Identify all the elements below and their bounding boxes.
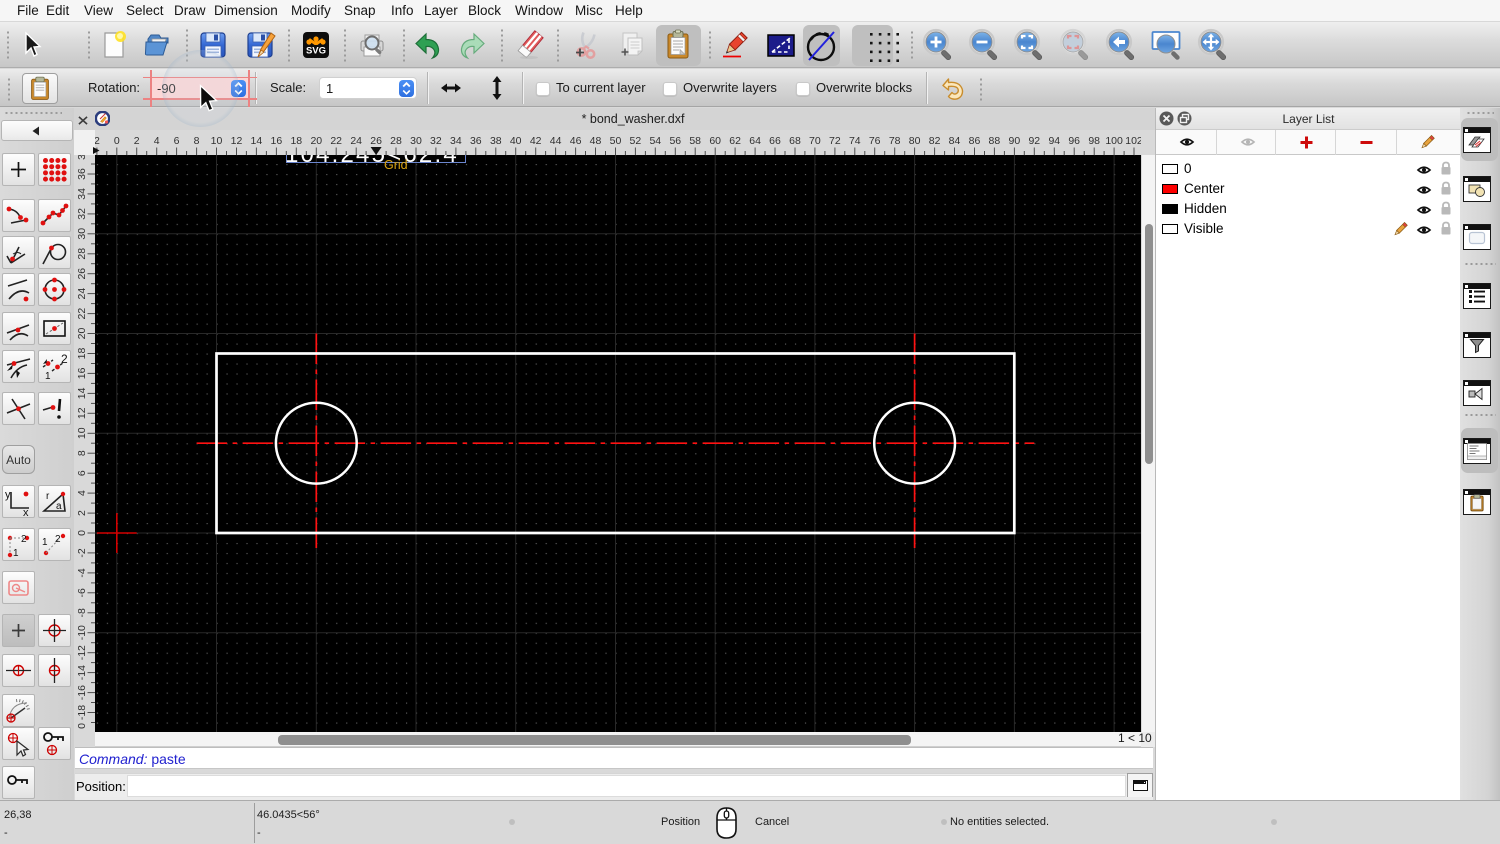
svg-text:40: 40 xyxy=(510,135,522,147)
svg-text:4: 4 xyxy=(76,490,88,496)
svg-text:48: 48 xyxy=(590,135,602,147)
svg-text:16: 16 xyxy=(271,135,283,147)
svg-text:80: 80 xyxy=(909,135,921,147)
svg-text:-14: -14 xyxy=(76,665,88,680)
svg-text:42: 42 xyxy=(530,135,542,147)
svg-text:30: 30 xyxy=(76,228,88,240)
svg-text:102: 102 xyxy=(1125,135,1141,147)
svg-text:38: 38 xyxy=(76,155,88,160)
svg-text:56: 56 xyxy=(669,135,681,147)
svg-text:36: 36 xyxy=(76,168,88,180)
svg-text:4: 4 xyxy=(154,135,160,147)
svg-text:12: 12 xyxy=(76,407,88,419)
svg-text:88: 88 xyxy=(989,135,1001,147)
svg-text:46: 46 xyxy=(570,135,582,147)
svg-text:70: 70 xyxy=(809,135,821,147)
svg-text:a: a xyxy=(56,501,62,512)
svg-text:30: 30 xyxy=(410,135,422,147)
svg-text:16: 16 xyxy=(76,367,88,379)
svg-text:0: 0 xyxy=(76,530,88,536)
svg-text:94: 94 xyxy=(1048,135,1060,147)
svg-text:x: x xyxy=(23,507,29,517)
svg-text:22: 22 xyxy=(76,308,88,320)
svg-text:1: 1 xyxy=(13,548,19,559)
svg-text:90: 90 xyxy=(1009,135,1021,147)
svg-text:20: 20 xyxy=(76,328,88,340)
svg-text:32: 32 xyxy=(430,135,442,147)
svg-text:60: 60 xyxy=(709,135,721,147)
svg-text:78: 78 xyxy=(889,135,901,147)
svg-text:26: 26 xyxy=(76,268,88,280)
svg-text:-10: -10 xyxy=(76,625,88,640)
svg-text:24: 24 xyxy=(350,135,362,147)
svg-text:86: 86 xyxy=(969,135,981,147)
svg-text:84: 84 xyxy=(949,135,961,147)
svg-text:14: 14 xyxy=(251,135,263,147)
svg-text:1: 1 xyxy=(45,371,51,382)
svg-text:28: 28 xyxy=(76,248,88,260)
svg-text:50: 50 xyxy=(610,135,622,147)
svg-text:98: 98 xyxy=(1088,135,1100,147)
svg-text:10: 10 xyxy=(76,427,88,439)
svg-text:2: 2 xyxy=(61,352,68,366)
svg-text:82: 82 xyxy=(929,135,941,147)
svg-text:SVG: SVG xyxy=(306,46,326,57)
svg-text:10: 10 xyxy=(211,135,223,147)
svg-text:r: r xyxy=(46,491,50,502)
svg-text:26: 26 xyxy=(370,135,382,147)
svg-text:92: 92 xyxy=(1028,135,1040,147)
svg-text:18: 18 xyxy=(290,135,302,147)
svg-text:72: 72 xyxy=(829,135,841,147)
svg-text:52: 52 xyxy=(630,135,642,147)
svg-text:-6: -6 xyxy=(76,588,88,597)
svg-text:58: 58 xyxy=(689,135,701,147)
svg-text:12: 12 xyxy=(231,135,243,147)
svg-text:-16: -16 xyxy=(76,685,88,700)
svg-text:-4: -4 xyxy=(76,568,88,577)
svg-text:100: 100 xyxy=(1105,135,1123,147)
svg-text:44: 44 xyxy=(550,135,562,147)
svg-text:24: 24 xyxy=(76,288,88,300)
svg-text:6: 6 xyxy=(174,135,180,147)
svg-text:2: 2 xyxy=(76,510,88,516)
svg-text:62: 62 xyxy=(729,135,741,147)
svg-text:6: 6 xyxy=(76,470,88,476)
svg-text:66: 66 xyxy=(769,135,781,147)
svg-text:0: 0 xyxy=(76,723,88,729)
svg-text:-8: -8 xyxy=(76,608,88,617)
svg-text:2: 2 xyxy=(134,135,140,147)
svg-text:8: 8 xyxy=(194,135,200,147)
svg-text:96: 96 xyxy=(1068,135,1080,147)
svg-text:54: 54 xyxy=(649,135,661,147)
svg-text:64: 64 xyxy=(749,135,761,147)
svg-text:32: 32 xyxy=(76,208,88,220)
svg-text:20: 20 xyxy=(310,135,322,147)
svg-text:18: 18 xyxy=(76,348,88,360)
svg-text:76: 76 xyxy=(869,135,881,147)
svg-text:68: 68 xyxy=(789,135,801,147)
svg-text:0: 0 xyxy=(114,135,120,147)
svg-text:2: 2 xyxy=(21,534,27,545)
svg-text:34: 34 xyxy=(450,135,462,147)
svg-text:-2: -2 xyxy=(76,548,88,557)
svg-text:14: 14 xyxy=(76,387,88,399)
svg-text:22: 22 xyxy=(330,135,342,147)
svg-text:28: 28 xyxy=(390,135,402,147)
svg-text:38: 38 xyxy=(490,135,502,147)
svg-text:34: 34 xyxy=(76,188,88,200)
svg-text:2: 2 xyxy=(55,534,61,545)
svg-text:1: 1 xyxy=(42,537,48,548)
svg-text:36: 36 xyxy=(470,135,482,147)
svg-text:-12: -12 xyxy=(76,645,88,660)
svg-text:74: 74 xyxy=(849,135,861,147)
svg-text:y: y xyxy=(5,489,11,501)
svg-text:-18: -18 xyxy=(76,705,88,720)
svg-text:8: 8 xyxy=(76,450,88,456)
